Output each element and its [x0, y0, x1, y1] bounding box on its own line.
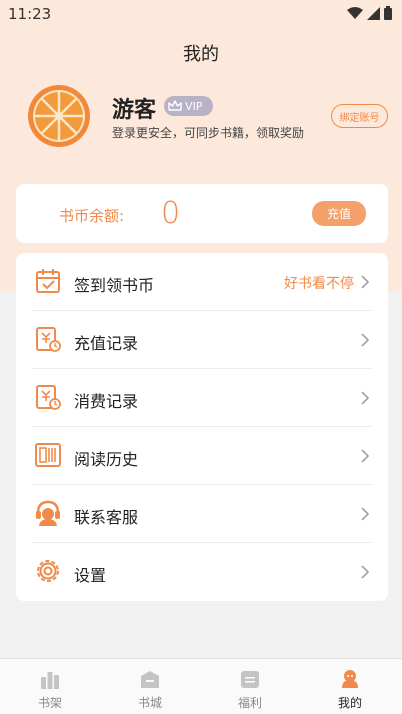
status-icons [347, 6, 392, 20]
username: 游客 [112, 98, 157, 123]
menu-item-label: 签到领书币 [74, 276, 155, 295]
consume-record-icon [36, 385, 61, 410]
welfare-icon [241, 671, 259, 688]
avatar[interactable] [28, 85, 90, 147]
menu-item-label: 充值记录 [74, 334, 139, 353]
status-bar: 11:23 [0, 0, 402, 28]
menu-item-consume-record[interactable]: 消费记录 [16, 369, 388, 427]
login-hint: 登录更安全，可同步书籍，领取奖励 [112, 126, 305, 140]
page-title: 我的 [183, 44, 219, 65]
vip-badge: VIP [164, 96, 213, 116]
chevron-right-icon [361, 507, 370, 521]
bottom-nav: 书架 书城 福利 我的 [0, 658, 402, 714]
chevron-right-icon [361, 565, 370, 579]
profile-icon [342, 670, 358, 688]
nav-tab-profile[interactable]: 我的 [300, 659, 400, 714]
nav-tab-welfare[interactable]: 福利 [200, 659, 300, 714]
chevron-right-icon [361, 275, 370, 289]
menu-item-label: 消费记录 [74, 392, 139, 411]
menu-item-reading-history[interactable]: 阅读历史 [16, 427, 388, 485]
coin-balance-card: 书币余额: 0 充值 [16, 184, 388, 243]
chevron-right-icon [361, 449, 370, 463]
menu-item-check-in[interactable]: 签到领书币 好书看不停 [16, 253, 388, 311]
status-time: 11:23 [8, 5, 52, 23]
menu-item-extra: 好书看不停 [284, 276, 354, 292]
nav-label: 福利 [237, 696, 262, 710]
wifi-icon [347, 7, 363, 19]
coin-balance-value: 0 [161, 196, 181, 231]
customer-service-icon [36, 500, 60, 526]
chevron-right-icon [361, 333, 370, 347]
menu-item-label: 联系客服 [74, 508, 139, 527]
menu-item-label: 设置 [74, 566, 107, 585]
bind-account-button[interactable]: 绑定账号 [331, 104, 388, 128]
reading-history-icon [35, 443, 61, 467]
coin-balance-label: 书币余额: [59, 207, 125, 225]
nav-label: 书架 [37, 696, 62, 710]
settings-icon [37, 560, 59, 582]
menu-item-recharge-record[interactable]: 充值记录 [16, 311, 388, 369]
battery-icon [384, 6, 392, 20]
calendar-check-icon [36, 269, 60, 293]
recharge-button[interactable]: 充值 [312, 201, 366, 226]
menu-list: 签到领书币 好书看不停 充值记录 消费记录 阅读历史 联系客服 设置 [16, 253, 388, 601]
menu-item-settings[interactable]: 设置 [16, 543, 388, 601]
recharge-record-icon [36, 327, 61, 352]
nav-label: 书城 [137, 696, 162, 710]
nav-label: 我的 [337, 696, 362, 710]
crown-icon [168, 100, 182, 111]
menu-item-label: 阅读历史 [74, 450, 139, 469]
vip-label: VIP [185, 99, 203, 113]
nav-tab-bookshelf[interactable]: 书架 [0, 659, 100, 714]
signal-icon [367, 6, 380, 20]
bookshelf-icon [41, 672, 59, 689]
nav-tab-bookstore[interactable]: 书城 [100, 659, 200, 714]
menu-item-customer-service[interactable]: 联系客服 [16, 485, 388, 543]
bookstore-icon [141, 671, 159, 688]
chevron-right-icon [361, 391, 370, 405]
